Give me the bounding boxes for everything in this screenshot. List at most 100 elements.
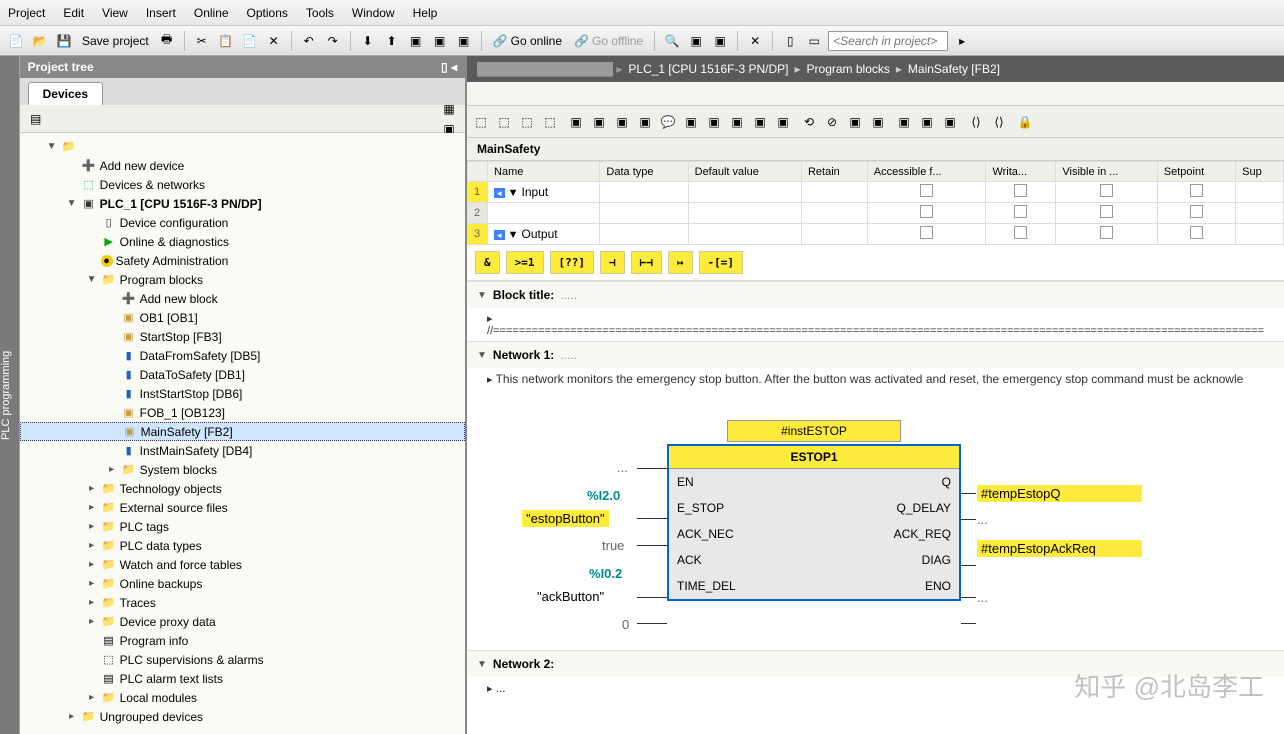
col-header[interactable]: Writa... — [986, 162, 1056, 182]
tree-item[interactable]: ➕Add new block — [20, 289, 465, 308]
collapse-icon[interactable]: ▼ — [477, 659, 487, 670]
tree-item[interactable]: ▶Online & diagnostics — [20, 232, 465, 251]
ed-icon[interactable]: ▣ — [868, 112, 888, 132]
hmi-icon[interactable]: ▣ — [454, 31, 474, 51]
sim-icon[interactable]: ▣ — [430, 31, 450, 51]
ed-icon[interactable]: ▣ — [845, 112, 865, 132]
menu-tools[interactable]: Tools — [306, 6, 334, 20]
tree-item[interactable]: ●Safety Administration — [20, 251, 465, 270]
sig-ack-name[interactable]: "ackButton" — [537, 589, 604, 604]
compile-icon[interactable]: ▣ — [406, 31, 426, 51]
ed-icon[interactable]: 🔒 — [1015, 112, 1035, 132]
sig-ackreq[interactable]: #tempEstopAckReq — [977, 540, 1142, 557]
redo-icon[interactable]: ↷ — [323, 31, 343, 51]
ed-icon[interactable]: ▣ — [750, 112, 770, 132]
tree-item[interactable]: ▸📁System blocks — [20, 460, 465, 479]
ed-icon[interactable]: 💬 — [658, 112, 678, 132]
download-icon[interactable]: ⬇ — [358, 31, 378, 51]
tree-item[interactable]: ▸📁Online backups — [20, 574, 465, 593]
ed-icon[interactable]: ▣ — [566, 112, 586, 132]
tree-item[interactable]: ▸📁Ungrouped devices — [20, 707, 465, 726]
col-header[interactable]: Visible in ... — [1056, 162, 1157, 182]
col-header[interactable]: Setpoint — [1157, 162, 1235, 182]
go-offline-button[interactable]: 🔗Go offline — [570, 34, 647, 48]
side-tab-plc[interactable]: PLC programming — [0, 56, 20, 734]
ladder-tool[interactable]: ⊢⊣ — [631, 251, 662, 274]
block-title-row[interactable]: ▼ Block title: ..... — [467, 281, 1284, 308]
save-project-button[interactable]: Save project — [78, 34, 153, 48]
search-input[interactable] — [828, 31, 948, 51]
menu-online[interactable]: Online — [194, 6, 229, 20]
tree-item[interactable]: ▼📁Program blocks — [20, 270, 465, 289]
col-header[interactable]: Retain — [801, 162, 867, 182]
tree-item[interactable]: ▼▣PLC_1 [CPU 1516F-3 PN/DP] — [20, 194, 465, 213]
tree-item[interactable]: ▼📁 — [20, 137, 465, 156]
ed-icon[interactable]: ⬚ — [540, 112, 560, 132]
open-icon[interactable]: 📂 — [30, 31, 50, 51]
ladder-tool[interactable]: ⊣ — [600, 251, 625, 274]
cut-icon[interactable]: ✂ — [192, 31, 212, 51]
tree-item[interactable]: ⬚Devices & networks — [20, 175, 465, 194]
tree-item[interactable]: ▸📁Device proxy data — [20, 612, 465, 631]
ed-icon[interactable]: ⟨⟩ — [989, 112, 1009, 132]
menu-insert[interactable]: Insert — [146, 6, 176, 20]
ladder-network-1[interactable]: #instESTOP ESTOP1 ENE_STOPACK_NECACKTIME… — [467, 390, 1284, 650]
ed-icon[interactable]: ⟨⟩ — [966, 112, 986, 132]
tree-item[interactable]: ▯Device configuration — [20, 213, 465, 232]
network-1-header[interactable]: ▼ Network 1: ..... — [467, 341, 1284, 368]
search-go-icon[interactable]: ▸ — [952, 31, 972, 51]
tree-item[interactable]: ▸📁External source files — [20, 498, 465, 517]
ed-icon[interactable]: ▣ — [940, 112, 960, 132]
tree-item[interactable]: ▤PLC alarm text lists — [20, 669, 465, 688]
breadcrumb-plc[interactable]: PLC_1 [CPU 1516F-3 PN/DP] — [628, 62, 788, 76]
tree-item[interactable]: ▸📁PLC tags — [20, 517, 465, 536]
tree-item[interactable]: ▮InstMainSafety [DB4] — [20, 441, 465, 460]
tree-item[interactable]: ▸📁Traces — [20, 593, 465, 612]
ladder-tool[interactable]: ↦ — [668, 251, 693, 274]
breadcrumb-blocks[interactable]: Program blocks — [807, 62, 890, 76]
tree-item[interactable]: ▣MainSafety [FB2] — [20, 422, 465, 441]
col-header[interactable]: Default value — [688, 162, 801, 182]
col-header[interactable]: Sup — [1236, 162, 1284, 182]
ed-icon[interactable]: ▣ — [589, 112, 609, 132]
ed-icon[interactable]: ▣ — [681, 112, 701, 132]
breadcrumb-block[interactable]: MainSafety [FB2] — [908, 62, 1000, 76]
tree-item[interactable]: ▣OB1 [OB1] — [20, 308, 465, 327]
ed-icon[interactable]: ▣ — [635, 112, 655, 132]
tree-item[interactable]: ▮DataToSafety [DB1] — [20, 365, 465, 384]
collapse-icon[interactable]: ▼ — [477, 290, 487, 301]
new-icon[interactable]: 📄 — [6, 31, 26, 51]
upload-icon[interactable]: ⬆ — [382, 31, 402, 51]
tree-item[interactable]: ▸📁PLC data types — [20, 536, 465, 555]
ladder-tool[interactable]: & — [475, 251, 500, 274]
var-row[interactable]: 3◂ ▼ Output — [468, 224, 1284, 245]
copy-icon[interactable]: 📋 — [216, 31, 236, 51]
tree-item[interactable]: ▤Program info — [20, 631, 465, 650]
tree-item[interactable]: ▸📁Technology objects — [20, 479, 465, 498]
fb-instance[interactable]: #instESTOP ESTOP1 ENE_STOPACK_NECACKTIME… — [667, 420, 961, 601]
tree-view1-icon[interactable]: ▦ — [439, 99, 459, 119]
tree-item[interactable]: ▮DataFromSafety [DB5] — [20, 346, 465, 365]
ed-icon[interactable]: ⊘ — [822, 112, 842, 132]
tab-devices[interactable]: Devices — [28, 82, 103, 105]
tree-item[interactable]: ▣FOB_1 [OB123] — [20, 403, 465, 422]
menu-options[interactable]: Options — [247, 6, 288, 20]
print-icon[interactable]: 🖶 — [157, 31, 177, 51]
go-online-button[interactable]: 🔗Go online — [489, 34, 566, 48]
col-header[interactable]: Accessible f... — [867, 162, 986, 182]
ed-icon[interactable]: ⬚ — [517, 112, 537, 132]
ed-icon[interactable]: ▣ — [894, 112, 914, 132]
tree-item[interactable]: ▸📁Watch and force tables — [20, 555, 465, 574]
col-header[interactable]: Data type — [600, 162, 688, 182]
undo-icon[interactable]: ↶ — [299, 31, 319, 51]
ed-icon[interactable]: ⬚ — [494, 112, 514, 132]
ed-icon[interactable]: ▣ — [612, 112, 632, 132]
save-icon[interactable]: 💾 — [54, 31, 74, 51]
tree-item[interactable]: ▣StartStop [FB3] — [20, 327, 465, 346]
menu-view[interactable]: View — [102, 6, 128, 20]
col-header[interactable]: Name — [488, 162, 600, 182]
menu-project[interactable]: Project — [8, 6, 45, 20]
split-v-icon[interactable]: ▭ — [804, 31, 824, 51]
close-icon[interactable]: ✕ — [745, 31, 765, 51]
ed-icon[interactable]: ▣ — [773, 112, 793, 132]
